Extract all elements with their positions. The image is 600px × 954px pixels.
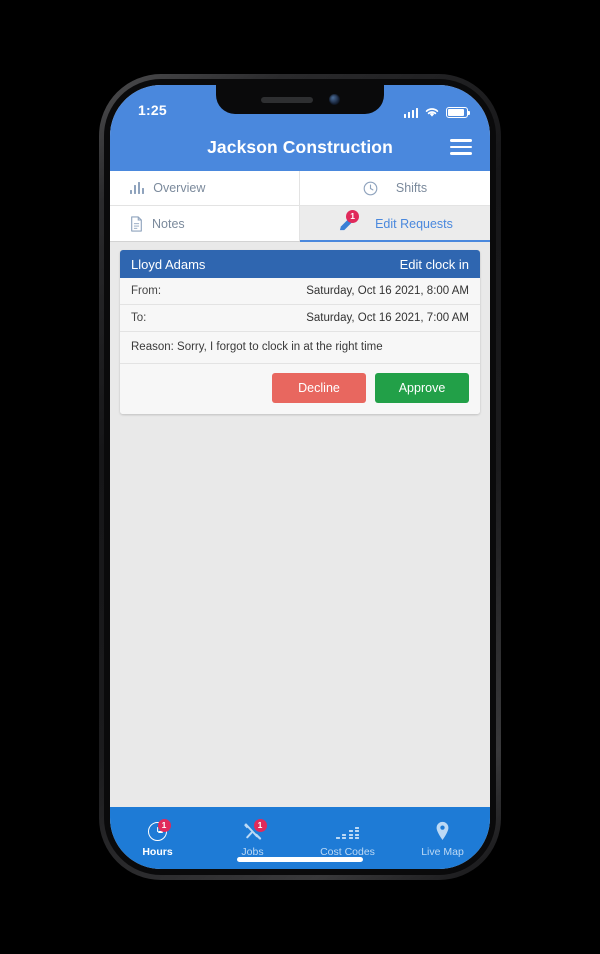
cellular-bars-icon [403, 107, 418, 118]
tab-edit-requests-label: Edit Requests [375, 216, 453, 231]
status-time: 1:25 [138, 102, 167, 118]
request-type: Edit clock in [399, 256, 469, 272]
from-label: From: [131, 285, 162, 297]
clock-icon [363, 181, 378, 196]
phone-frame: 1:25 Jackson Construction Overview Shift… [99, 74, 501, 880]
tab-shifts[interactable]: Shifts [300, 171, 490, 206]
tab-notes[interactable]: Notes [110, 206, 300, 241]
nav-item-live-map-label: Live Map [421, 845, 464, 858]
bar-chart-icon [335, 821, 361, 842]
hours-badge: 1 [157, 818, 171, 832]
device-notch [216, 85, 384, 114]
status-icons [403, 106, 471, 118]
tab-shifts-label: Shifts [395, 181, 428, 195]
phone-screen: 1:25 Jackson Construction Overview Shift… [110, 85, 490, 869]
approve-button[interactable]: Approve [375, 373, 469, 403]
battery-icon [446, 107, 471, 118]
wifi-icon [425, 108, 439, 117]
front-camera-icon [328, 94, 340, 105]
edit-requests-badge: 1 [346, 210, 360, 223]
pencil-icon: 1 [337, 210, 360, 233]
to-row: To: Saturday, Oct 16 2021, 7:00 AM [120, 305, 480, 332]
bar-chart-icon [130, 182, 145, 194]
employee-name: Lloyd Adams [131, 256, 206, 272]
to-label: To: [131, 312, 147, 324]
decline-button[interactable]: Decline [272, 373, 366, 403]
phone-bezel: 1:25 Jackson Construction Overview Shift… [104, 79, 496, 875]
tab-edit-requests[interactable]: 1 Edit Requests [300, 206, 490, 242]
document-icon [130, 215, 143, 232]
page-title: Jackson Construction [207, 136, 393, 157]
tab-notes-label: Notes [152, 216, 185, 231]
home-indicator[interactable] [237, 857, 363, 862]
to-value: Saturday, Oct 16 2021, 7:00 AM [306, 312, 469, 324]
nav-item-hours-label: Hours [142, 845, 173, 858]
tab-overview-label: Overview [153, 181, 206, 195]
nav-item-cost-codes-label: Cost Codes [320, 845, 375, 858]
app-bar: Jackson Construction [110, 123, 490, 171]
screenshot-stage: 1:25 Jackson Construction Overview Shift… [0, 0, 600, 954]
edit-request-card: Lloyd Adams Edit clock in From: Saturday… [120, 250, 480, 414]
earpiece-speaker [260, 96, 313, 103]
nav-item-live-map[interactable]: Live Map [395, 807, 490, 867]
clock-icon: 1 [145, 818, 171, 842]
jobs-badge: 1 [253, 818, 267, 832]
tab-overview[interactable]: Overview [110, 171, 300, 206]
tab-grid: Overview Shifts Notes 1 Edit Requests [110, 171, 490, 242]
content-area: Lloyd Adams Edit clock in From: Saturday… [110, 242, 490, 807]
tools-icon: 1 [240, 818, 267, 842]
from-row: From: Saturday, Oct 16 2021, 8:00 AM [120, 278, 480, 305]
nav-item-jobs-label: Jobs [241, 845, 264, 858]
hamburger-menu-icon[interactable] [450, 139, 472, 155]
card-actions: Decline Approve [120, 364, 480, 414]
map-pin-icon [430, 821, 456, 842]
nav-item-hours[interactable]: 1 Hours [110, 807, 205, 867]
card-header: Lloyd Adams Edit clock in [120, 250, 480, 278]
reason-text: Reason: Sorry, I forgot to clock in at t… [120, 332, 480, 364]
from-value: Saturday, Oct 16 2021, 8:00 AM [306, 285, 469, 297]
